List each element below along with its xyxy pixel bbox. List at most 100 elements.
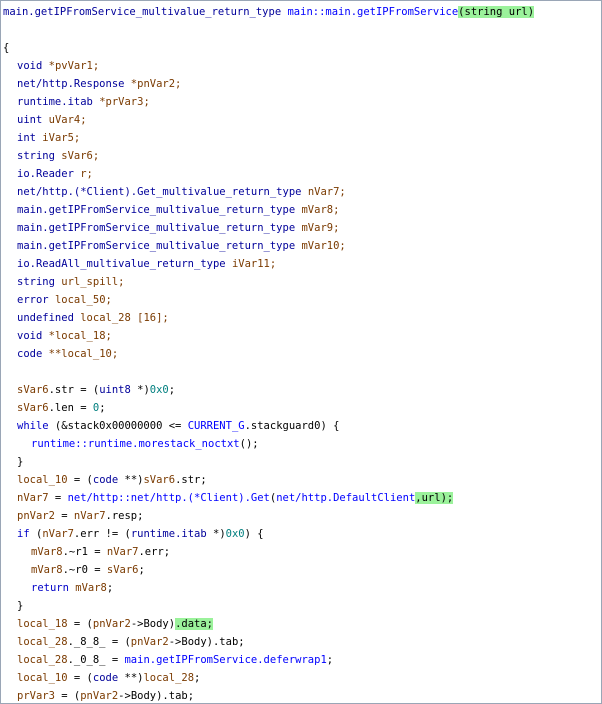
declaration-name[interactable]: iVar11; [232,258,276,270]
code-line[interactable]: local_28._8_8_ = (pnVar2->Body).tab; [17,633,601,651]
token-var[interactable]: nVar7 [107,546,139,558]
token-var[interactable]: local_10 [17,474,68,486]
variable-declaration[interactable]: main.getIPFromService_multivalue_return_… [17,237,601,255]
token-var[interactable]: sVar6 [143,474,175,486]
declaration-name[interactable]: *prVar3; [99,96,150,108]
token-var[interactable]: pnVar2 [17,510,55,522]
code-line[interactable]: local_10 = (code **)local_28; [17,669,601,687]
token-var[interactable]: mVar8 [31,564,63,576]
token-var[interactable]: sVar6 [17,384,49,396]
variable-declaration[interactable]: void *pvVar1; [17,57,601,75]
declaration-type[interactable]: error [17,294,49,306]
variable-declaration[interactable]: io.ReadAll_multivalue_return_type iVar11… [17,255,601,273]
code-line[interactable]: sVar6.len = 0; [17,399,601,417]
code-line[interactable]: mVar8.~r0 = sVar6; [31,561,601,579]
declaration-type[interactable]: string [17,276,55,288]
code-line[interactable]: return mVar8; [31,579,601,597]
code-line[interactable]: local_28._0_8_ = main.getIPFromService.d… [17,651,601,669]
variable-declaration[interactable]: string url_spill; [17,273,601,291]
token-type[interactable]: uint8 [99,384,131,396]
declaration-name[interactable]: mVar8; [301,204,339,216]
token-keyword[interactable]: if [17,528,30,540]
declaration-name[interactable]: uVar4; [49,114,87,126]
declaration-type[interactable]: main.getIPFromService_multivalue_return_… [17,240,295,252]
declaration-type[interactable]: uint [17,114,42,126]
declaration-name[interactable]: local_50; [55,294,112,306]
variable-declaration[interactable]: uint uVar4; [17,111,601,129]
declaration-type[interactable]: main.getIPFromService_multivalue_return_… [17,204,295,216]
code-line[interactable]: local_18 = (pnVar2->Body).data; [17,615,601,633]
declaration-name[interactable]: mVar10; [301,240,345,252]
token-type[interactable]: runtime.itab [131,528,207,540]
code-line[interactable]: pnVar2 = nVar7.resp; [17,507,601,525]
token-var[interactable]: prVar3 [17,690,55,702]
declaration-name[interactable]: *pvVar1; [49,60,100,72]
declaration-name[interactable]: r; [80,168,93,180]
declaration-type[interactable]: string [17,150,55,162]
declaration-type[interactable]: runtime.itab [17,96,93,108]
code-line[interactable]: prVar3 = (pnVar2->Body).tab; [17,687,601,703]
token-keyword[interactable]: while [17,420,49,432]
token-var[interactable]: mVar8 [75,582,107,594]
token-var[interactable]: local_28 [143,672,194,684]
variable-declaration[interactable]: undefined local_28 [16]; [17,309,601,327]
token-var[interactable]: pnVar2 [131,636,169,648]
variable-declaration[interactable]: main.getIPFromService_multivalue_return_… [17,219,601,237]
token-number[interactable]: 0x0 [226,528,245,540]
token-var[interactable]: pnVar2 [93,618,131,630]
code-line[interactable]: sVar6.str = (uint8 *)0x0; [17,381,601,399]
token-var[interactable]: mVar8 [31,546,63,558]
token-global[interactable]: CURRENT_G [188,420,245,432]
token-var[interactable]: local_18 [17,618,68,630]
token-var[interactable]: nVar7 [42,528,74,540]
variable-declaration[interactable]: code **local_10; [17,345,601,363]
token-var[interactable]: nVar7 [17,492,49,504]
declaration-type[interactable]: void [17,330,42,342]
decompiler-listing[interactable]: main.getIPFromService_multivalue_return_… [0,0,602,704]
declaration-type[interactable]: undefined [17,312,74,324]
code-line[interactable]: while (&stack0x00000000 <= CURRENT_G.sta… [17,417,601,435]
code-line[interactable]: mVar8.~r1 = nVar7.err; [31,543,601,561]
declaration-name[interactable]: **local_10; [49,348,119,360]
variable-declaration[interactable]: error local_50; [17,291,601,309]
variable-declaration[interactable]: net/http.Response *pnVar2; [17,75,601,93]
code-line[interactable]: nVar7 = net/http::net/http.(*Client).Get… [17,489,601,507]
token-type[interactable]: code [93,474,118,486]
declaration-type[interactable]: main.getIPFromService_multivalue_return_… [17,222,295,234]
declaration-name[interactable]: sVar6; [61,150,99,162]
code-line[interactable]: local_10 = (code **)sVar6.str; [17,471,601,489]
token-var[interactable]: nVar7 [74,510,106,522]
declaration-name[interactable]: iVar5; [42,132,80,144]
declaration-name[interactable]: url_spill; [61,276,124,288]
code-line[interactable]: if (nVar7.err != (runtime.itab *)0x0) { [17,525,601,543]
token-var[interactable]: local_28 [17,636,68,648]
parameter-list[interactable]: (string url) [458,6,535,18]
declaration-type[interactable]: net/http.(*Client).Get_multivalue_return… [17,186,301,198]
declaration-type[interactable]: io.ReadAll_multivalue_return_type [17,258,226,270]
variable-declaration[interactable]: io.Reader r; [17,165,601,183]
variable-declaration[interactable]: runtime.itab *prVar3; [17,93,601,111]
declaration-type[interactable]: code [17,348,42,360]
variable-declaration[interactable]: net/http.(*Client).Get_multivalue_return… [17,183,601,201]
function-signature[interactable]: main.getIPFromService_multivalue_return_… [3,3,601,21]
declaration-name[interactable]: *pnVar2; [131,78,182,90]
declaration-type[interactable]: void [17,60,42,72]
declaration-type[interactable]: net/http.Response [17,78,124,90]
variable-declaration[interactable]: string sVar6; [17,147,601,165]
token-var[interactable]: local_10 [17,672,68,684]
variable-declaration[interactable]: void *local_18; [17,327,601,345]
declaration-type[interactable]: int [17,132,36,144]
code-line[interactable]: runtime::runtime.morestack_noctxt(); [31,435,601,453]
token-highlighted-arg[interactable]: ,url); [415,492,454,504]
token-var[interactable]: sVar6 [107,564,139,576]
declaration-name[interactable]: local_28 [16]; [80,312,169,324]
token-var[interactable]: sVar6 [17,402,49,414]
token-var[interactable]: pnVar2 [80,690,118,702]
token-number[interactable]: 0x0 [150,384,169,396]
token-function[interactable]: runtime::runtime.morestack_noctxt [31,438,240,450]
declaration-name[interactable]: mVar9; [301,222,339,234]
token-keyword[interactable]: return [31,582,69,594]
token-var[interactable]: local_28 [17,654,68,666]
declaration-type[interactable]: io.Reader [17,168,74,180]
token-highlighted-field[interactable]: .data; [175,618,214,630]
